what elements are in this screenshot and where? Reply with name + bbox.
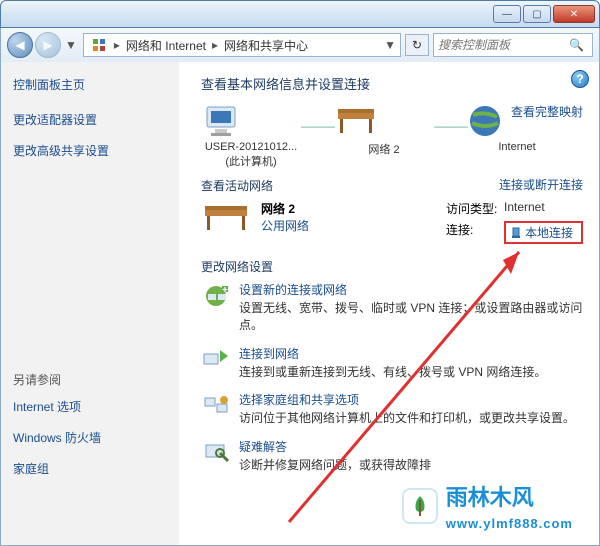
windows-firewall-link[interactable]: Windows 防火墙 [13,429,167,446]
back-icon: ◀ [15,38,24,52]
connect-network-desc: 连接到或重新连接到无线、有线、拨号或 VPN 网络连接。 [239,364,546,381]
page-title: 查看基本网络信息并设置连接 [201,74,583,93]
search-box[interactable]: 🔍 [433,33,593,57]
local-connection-text: 本地连接 [525,224,573,241]
close-icon: ✕ [570,9,578,20]
minimize-icon: — [502,9,512,20]
computer-icon [201,103,301,139]
homegroup-options-desc: 访问位于其他网络计算机上的文件和打印机，或更改共享设置。 [239,410,575,427]
maximize-button[interactable]: ▢ [523,5,551,23]
leaf-icon [402,488,438,524]
connect-network-item: 连接到网络 连接到或重新连接到无线、有线、拨号或 VPN 网络连接。 [201,345,583,381]
setup-connection-link[interactable]: 设置新的连接或网络 [239,281,583,298]
bench-icon [334,103,434,139]
troubleshoot-item: 疑难解答 诊断并修复网络问题，或获得故障排 [201,438,583,474]
watermark-logo: 雨林木风 www.ylmf888.com [402,480,573,531]
computer-sublabel: (此计算机) [201,153,301,169]
watermark-brand: 雨林木风 [446,480,573,512]
refresh-icon: ↻ [412,38,422,52]
minimize-button[interactable]: — [493,5,521,23]
main-panel: ? 查看基本网络信息并设置连接 USER-20121012... (此计算机) … [179,62,599,545]
breadcrumb[interactable]: ▸ 网络和 Internet ▸ 网络和共享中心 ▼ [83,33,401,57]
address-bar: ◀ ▶ ▼ ▸ 网络和 Internet ▸ 网络和共享中心 ▼ ↻ 🔍 [0,28,600,62]
breadcrumb-segment[interactable]: 网络和共享中心 [220,37,312,54]
refresh-button[interactable]: ↻ [405,34,429,56]
connect-network-icon [201,345,231,375]
history-dropdown[interactable]: ▼ [63,38,79,52]
access-type-value: Internet [504,200,545,217]
chevron-right-icon: ▸ [210,38,220,52]
active-network-name: 网络 2 [261,200,446,217]
homegroup-options-link[interactable]: 选择家庭组和共享选项 [239,391,575,408]
see-also-heading: 另请参阅 [13,371,167,388]
connection-label: 连接: [446,221,504,244]
setup-connection-item: 设置新的连接或网络 设置无线、宽带、拨号、临时或 VPN 连接；或设置路由器或访… [201,281,583,335]
help-button[interactable]: ? [571,70,589,88]
network-name: 网络 2 [334,141,434,157]
view-full-map-link[interactable]: 查看完整映射 [511,103,583,120]
map-connector: ——— [301,119,334,133]
troubleshoot-icon [201,438,231,468]
homegroup-item: 选择家庭组和共享选项 访问位于其他网络计算机上的文件和打印机，或更改共享设置。 [201,391,583,427]
troubleshoot-link[interactable]: 疑难解答 [239,438,431,455]
internet-options-link[interactable]: Internet 选项 [13,398,167,415]
chevron-right-icon: ▸ [112,38,122,52]
back-button[interactable]: ◀ [7,32,33,58]
network-map: USER-20121012... (此计算机) ——— 网络 2 ——— Int… [201,103,583,169]
window-titlebar: — ▢ ✕ [0,0,600,28]
control-panel-icon [90,36,108,54]
forward-icon: ▶ [43,38,52,52]
setup-connection-icon [201,281,231,311]
search-input[interactable] [438,38,569,52]
control-panel-home-link[interactable]: 控制面板主页 [13,76,167,93]
map-connector: ——— [434,119,467,133]
sidebar: 控制面板主页 更改适配器设置 更改高级共享设置 另请参阅 Internet 选项… [1,62,179,545]
connect-network-link[interactable]: 连接到网络 [239,345,546,362]
search-icon: 🔍 [569,38,584,52]
maximize-icon: ▢ [532,9,541,20]
connect-disconnect-link[interactable]: 连接或断开连接 [499,176,583,193]
network-type-link[interactable]: 公用网络 [261,217,446,234]
breadcrumb-dropdown[interactable]: ▼ [382,38,398,52]
advanced-sharing-link[interactable]: 更改高级共享设置 [13,142,167,159]
homegroup-icon [201,391,231,421]
setup-connection-desc: 设置无线、宽带、拨号、临时或 VPN 连接；或设置路由器或访问点。 [239,300,583,335]
breadcrumb-segment[interactable]: 网络和 Internet [122,37,210,54]
watermark-url: www.ylmf888.com [446,516,573,531]
forward-button[interactable]: ▶ [35,32,61,58]
close-button[interactable]: ✕ [553,5,595,23]
change-adapter-settings-link[interactable]: 更改适配器设置 [13,111,167,128]
internet-label: Internet [467,141,567,153]
access-type-label: 访问类型: [446,200,504,217]
local-connection-link[interactable]: 本地连接 [504,221,583,244]
computer-name: USER-20121012... [201,141,301,153]
change-settings-heading: 更改网络设置 [201,258,583,275]
homegroup-link[interactable]: 家庭组 [13,460,167,477]
bench-icon [201,200,251,236]
troubleshoot-desc: 诊断并修复网络问题，或获得故障排 [239,457,431,474]
